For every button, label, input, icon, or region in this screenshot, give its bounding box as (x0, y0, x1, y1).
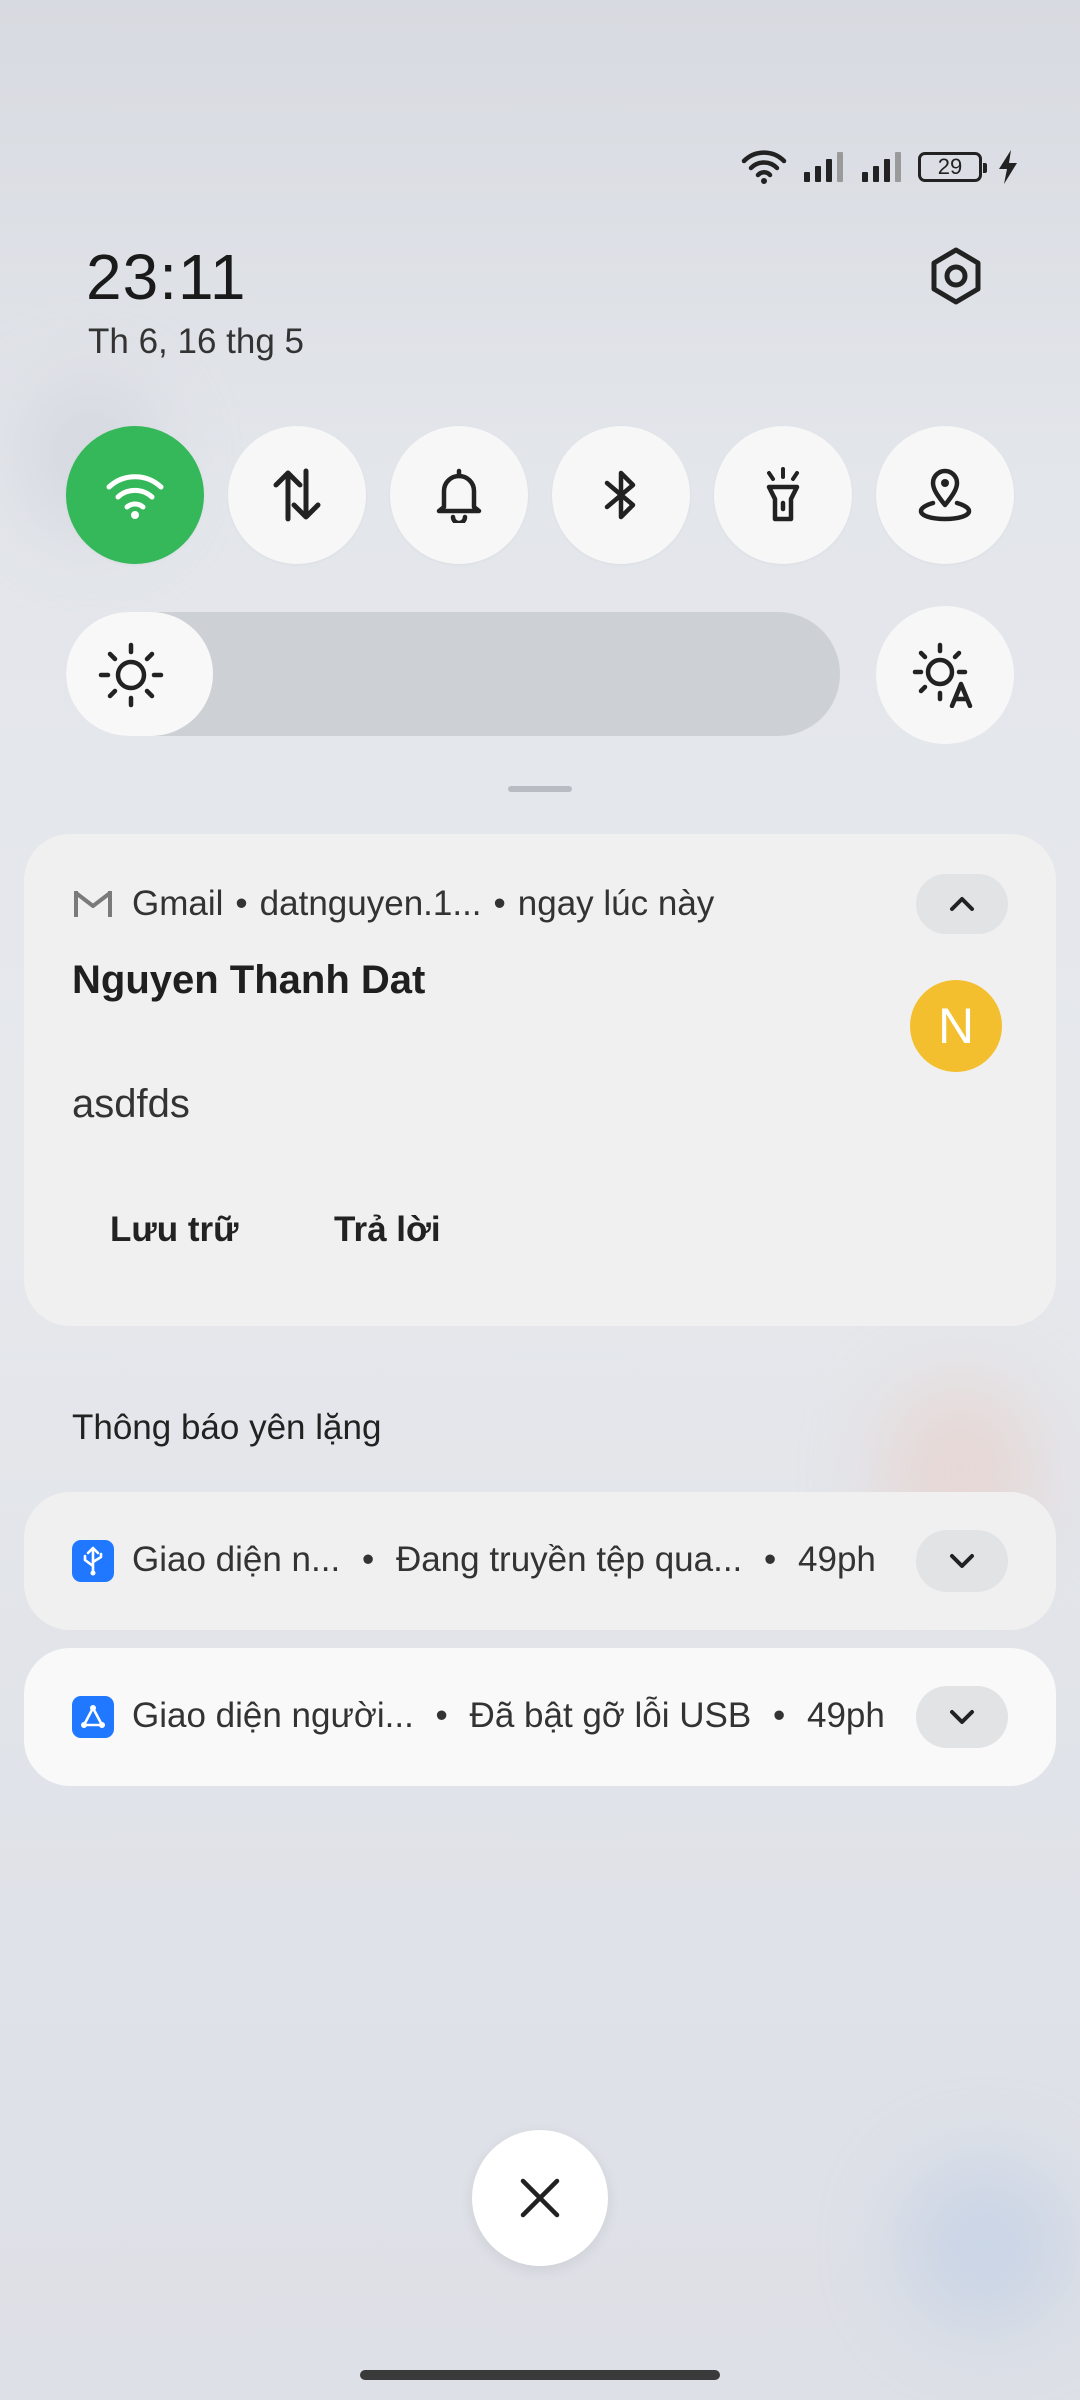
archive-button[interactable]: Lưu trữ (110, 1210, 238, 1250)
reply-button[interactable]: Trả lời (334, 1210, 441, 1250)
notification-time: 49ph (798, 1540, 876, 1579)
bluetooth-toggle[interactable] (552, 426, 690, 564)
sound-toggle[interactable] (390, 426, 528, 564)
separator: • (435, 1696, 448, 1735)
chevron-down-icon (950, 1554, 974, 1568)
collapse-button[interactable] (916, 874, 1008, 934)
wifi-icon (106, 474, 164, 519)
signal-sim2-icon (862, 152, 901, 182)
notification-text: Giao diện n... • Đang truyền tệp qua... … (132, 1540, 876, 1580)
avatar: N (910, 980, 1002, 1072)
status-bar: 29 (740, 142, 1020, 192)
wifi-toggle[interactable] (66, 426, 204, 564)
usb-debugging-notification[interactable]: Giao diện người... • Đã bật gỡ lỗi USB •… (24, 1648, 1056, 1786)
wifi-icon (741, 150, 787, 184)
location-icon (918, 468, 972, 522)
settings-button[interactable] (920, 240, 992, 312)
separator: • (361, 1540, 375, 1579)
signal-sim1-icon (804, 152, 843, 182)
gmail-notification[interactable]: Gmail • datnguyen.1... • ngay lúc này Ng… (24, 834, 1056, 1326)
separator: • (493, 884, 506, 923)
gear-icon (931, 247, 981, 305)
clear-all-button[interactable] (472, 2130, 608, 2266)
flashlight-toggle[interactable] (714, 426, 852, 564)
debug-icon (72, 1696, 114, 1738)
close-icon (520, 2178, 560, 2218)
flashlight-icon (766, 467, 800, 522)
notification-time: 49ph (806, 1696, 885, 1735)
expand-button[interactable] (916, 1530, 1008, 1592)
brightness-icon (98, 642, 164, 708)
notification-header: Gmail • datnguyen.1... • ngay lúc này (72, 884, 714, 924)
battery-icon: 29 (918, 152, 987, 182)
usb-transfer-notification[interactable]: Giao diện n... • Đang truyền tệp qua... … (24, 1492, 1056, 1630)
account-name: datnguyen.1... (259, 884, 482, 923)
drag-handle[interactable] (508, 786, 572, 792)
chevron-down-icon (950, 1710, 974, 1724)
date[interactable]: Th 6, 16 thg 5 (88, 322, 304, 362)
usb-icon (72, 1540, 114, 1582)
chevron-up-icon (950, 897, 974, 911)
brightness-slider[interactable] (66, 612, 840, 736)
message-preview: asdfds (72, 1082, 190, 1126)
auto-brightness-toggle[interactable] (876, 606, 1014, 744)
separator: • (772, 1696, 786, 1735)
auto-brightness-icon (912, 642, 973, 708)
data-arrows-icon (273, 468, 321, 522)
bluetooth-icon (604, 470, 636, 520)
location-toggle[interactable] (876, 426, 1014, 564)
home-indicator[interactable] (360, 2370, 720, 2380)
notification-text: Giao diện người... • Đã bật gỡ lỗi USB •… (132, 1696, 885, 1736)
mobile-data-toggle[interactable] (228, 426, 366, 564)
battery-level: 29 (937, 154, 963, 179)
app-name: Giao diện n... (132, 1540, 341, 1579)
silent-notifications-label: Thông báo yên lặng (72, 1408, 382, 1447)
separator: • (235, 884, 248, 923)
app-name: Gmail (132, 884, 224, 923)
separator: • (764, 1540, 777, 1579)
sender-name: Nguyen Thanh Dat (72, 958, 426, 1002)
background-blur (900, 2160, 1070, 2330)
expand-button[interactable] (916, 1686, 1008, 1748)
app-name: Giao diện người... (132, 1696, 414, 1735)
charging-icon (999, 150, 1017, 184)
clock[interactable]: 23:11 (86, 240, 246, 314)
notification-summary: Đã bật gỡ lỗi USB (469, 1696, 752, 1735)
gmail-icon (74, 891, 112, 917)
bell-icon (436, 468, 482, 523)
notification-time: ngay lúc này (517, 884, 715, 923)
notification-summary: Đang truyền tệp qua... (395, 1540, 743, 1579)
